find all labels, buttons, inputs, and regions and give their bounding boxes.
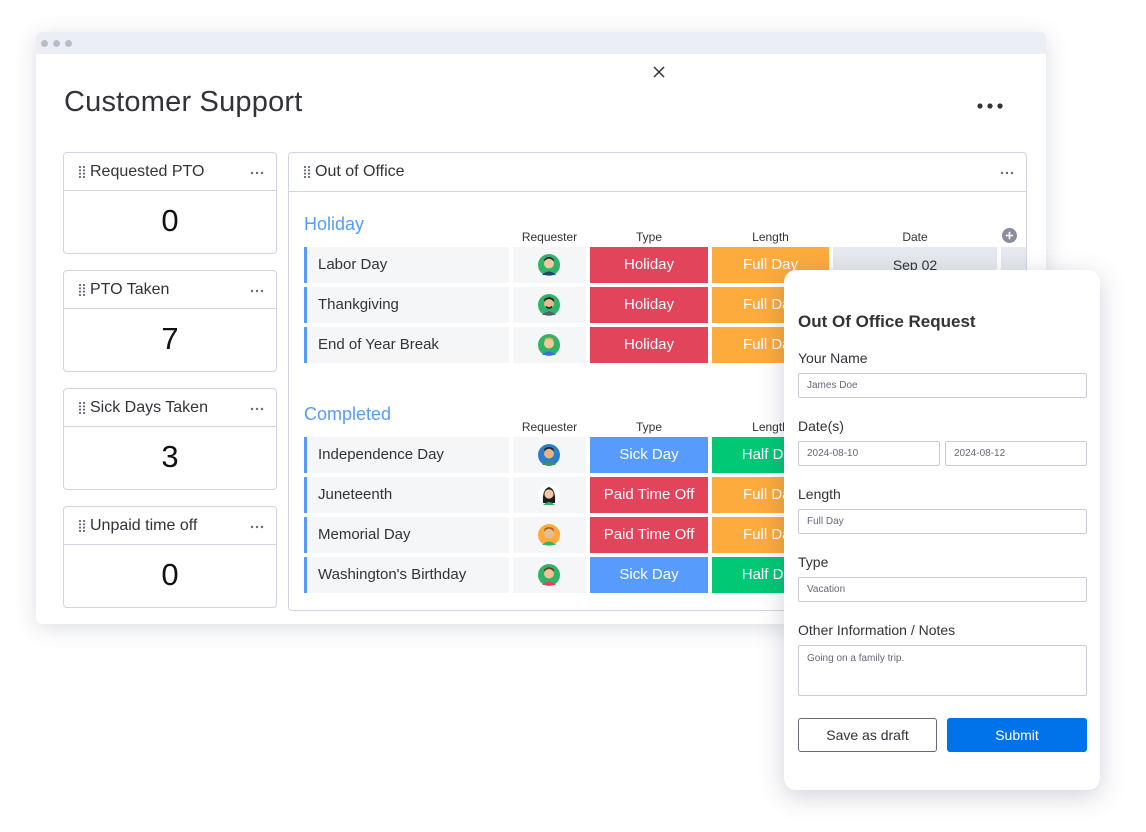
requester-cell[interactable] bbox=[513, 437, 586, 473]
person-avatar-icon bbox=[538, 564, 560, 586]
drag-handle-icon[interactable] bbox=[78, 283, 86, 297]
column-header-requester[interactable]: Requester bbox=[513, 420, 586, 434]
form-title: Out Of Office Request bbox=[798, 312, 976, 331]
save-as-draft-button[interactable]: Save as draft bbox=[798, 718, 937, 752]
drag-handle-icon[interactable] bbox=[78, 519, 86, 533]
person-avatar-icon bbox=[538, 334, 560, 356]
notes-label: Other Information / Notes bbox=[798, 622, 956, 638]
drag-handle-icon[interactable] bbox=[78, 401, 86, 415]
widget-title: Requested PTO bbox=[90, 163, 205, 180]
column-header-date[interactable]: Date bbox=[833, 230, 997, 244]
person-avatar-icon bbox=[538, 444, 560, 466]
type-field[interactable]: Vacation bbox=[798, 577, 1087, 602]
person-avatar-icon bbox=[538, 254, 560, 276]
widget-header: Unpaid time off bbox=[64, 507, 276, 545]
widget-value: 0 bbox=[161, 203, 179, 238]
requester-cell[interactable] bbox=[513, 557, 586, 593]
close-icon[interactable] bbox=[652, 65, 666, 79]
requester-cell[interactable] bbox=[513, 287, 586, 323]
widget-value: 3 bbox=[161, 439, 179, 474]
out-of-office-request-form: Out Of Office Request Your Name James Do… bbox=[784, 270, 1100, 790]
requester-cell[interactable] bbox=[513, 517, 586, 553]
type-status-cell[interactable]: Holiday bbox=[590, 327, 708, 363]
row-name[interactable]: Labor Day bbox=[304, 247, 509, 283]
type-label: Type bbox=[798, 554, 829, 570]
row-name[interactable]: Thankgiving bbox=[304, 287, 509, 323]
type-status-cell[interactable]: Holiday bbox=[590, 247, 708, 283]
column-header-type[interactable]: Type bbox=[590, 230, 708, 244]
group-title-holiday[interactable]: Holiday bbox=[304, 214, 364, 235]
widget-unpaid-time-off: Unpaid time off 0 bbox=[63, 506, 277, 608]
group-title-completed[interactable]: Completed bbox=[304, 404, 391, 425]
widget-header: Sick Days Taken bbox=[64, 389, 276, 427]
window-dot bbox=[65, 40, 72, 47]
more-options-icon[interactable] bbox=[1000, 171, 1014, 175]
more-options-icon[interactable] bbox=[250, 289, 264, 293]
type-status-cell[interactable]: Sick Day bbox=[590, 557, 708, 593]
row-name[interactable]: Independence Day bbox=[304, 437, 509, 473]
widget-value: 7 bbox=[161, 321, 179, 356]
row-name[interactable]: Memorial Day bbox=[304, 517, 509, 553]
column-header-type[interactable]: Type bbox=[590, 420, 708, 434]
name-field[interactable]: James Doe bbox=[798, 373, 1087, 398]
requester-cell[interactable] bbox=[513, 327, 586, 363]
row-name[interactable]: End of Year Break bbox=[304, 327, 509, 363]
type-status-cell[interactable]: Sick Day bbox=[590, 437, 708, 473]
widget-header: Out of Office bbox=[289, 153, 1026, 192]
more-options-icon[interactable] bbox=[250, 525, 264, 529]
window-dot bbox=[53, 40, 60, 47]
person-avatar-icon bbox=[538, 484, 560, 506]
submit-button[interactable]: Submit bbox=[947, 718, 1087, 752]
widget-header: PTO Taken bbox=[64, 271, 276, 309]
notes-textarea[interactable]: Going on a family trip. bbox=[798, 645, 1087, 696]
widget-sick-days-taken: Sick Days Taken 3 bbox=[63, 388, 277, 490]
name-label: Your Name bbox=[798, 350, 868, 366]
widget-header: Requested PTO bbox=[64, 153, 276, 191]
widget-title: Out of Office bbox=[315, 163, 405, 180]
requester-cell[interactable] bbox=[513, 247, 586, 283]
length-label: Length bbox=[798, 486, 841, 502]
length-field[interactable]: Full Day bbox=[798, 509, 1087, 534]
plus-circle-icon[interactable] bbox=[1002, 228, 1017, 243]
person-avatar-icon bbox=[538, 294, 560, 316]
widget-title: Sick Days Taken bbox=[90, 399, 208, 416]
window-dot bbox=[41, 40, 48, 47]
widget-pto-taken: PTO Taken 7 bbox=[63, 270, 277, 372]
type-status-cell[interactable]: Paid Time Off bbox=[590, 517, 708, 553]
drag-handle-icon[interactable] bbox=[303, 165, 311, 179]
row-name[interactable]: Washington's Birthday bbox=[304, 557, 509, 593]
requester-cell[interactable] bbox=[513, 477, 586, 513]
more-options-icon[interactable] bbox=[250, 407, 264, 411]
more-options-icon[interactable] bbox=[974, 92, 1008, 120]
board-title: Customer Support bbox=[64, 86, 303, 118]
type-status-cell[interactable]: Holiday bbox=[590, 287, 708, 323]
window-titlebar bbox=[36, 32, 1046, 54]
type-status-cell[interactable]: Paid Time Off bbox=[590, 477, 708, 513]
row-name[interactable]: Juneteenth bbox=[304, 477, 509, 513]
column-header-length[interactable]: Length bbox=[712, 230, 829, 244]
end-date-field[interactable]: 2024-08-12 bbox=[945, 441, 1087, 466]
person-avatar-icon bbox=[538, 524, 560, 546]
dates-label: Date(s) bbox=[798, 418, 844, 434]
widget-value: 0 bbox=[161, 557, 179, 592]
more-options-icon[interactable] bbox=[250, 171, 264, 175]
widget-title: PTO Taken bbox=[90, 281, 170, 298]
column-header-requester[interactable]: Requester bbox=[513, 230, 586, 244]
widget-title: Unpaid time off bbox=[90, 517, 198, 534]
start-date-field[interactable]: 2024-08-10 bbox=[798, 441, 940, 466]
drag-handle-icon[interactable] bbox=[78, 165, 86, 179]
widget-requested-pto: Requested PTO 0 bbox=[63, 152, 277, 254]
